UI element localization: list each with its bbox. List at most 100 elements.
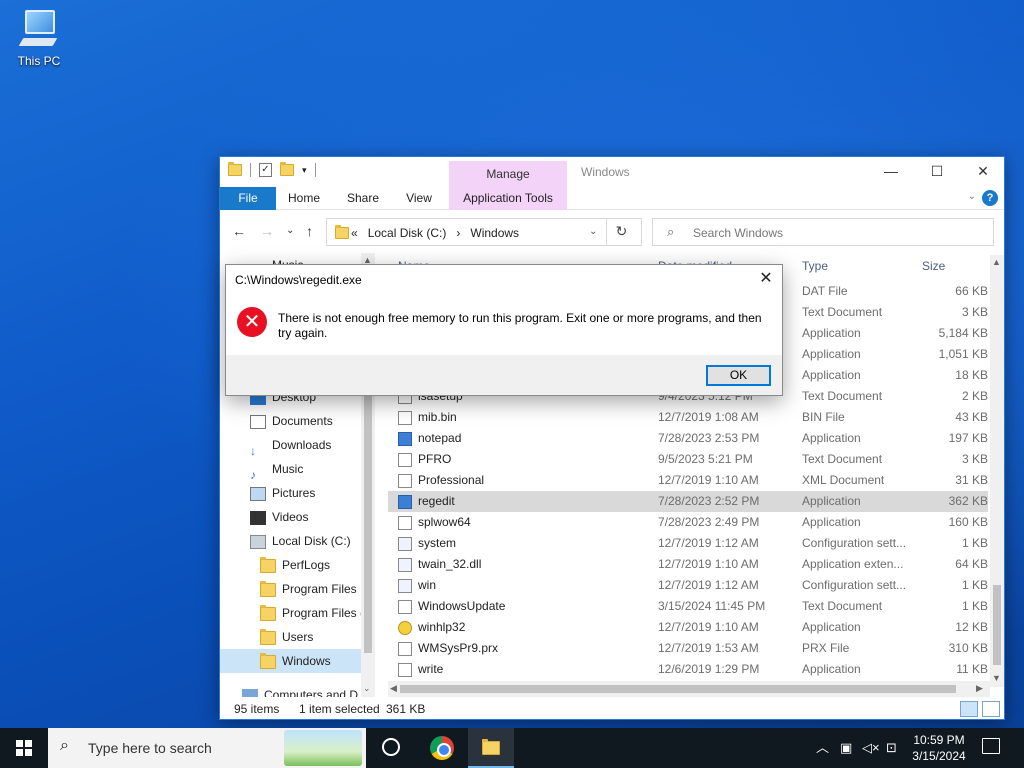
nav-item-users[interactable]: Users bbox=[260, 625, 313, 649]
recent-locations-icon[interactable]: ⌄ bbox=[286, 225, 294, 236]
breadcrumb-local-disk[interactable]: Local Disk (C:) bbox=[368, 226, 447, 240]
nav-item-downloads[interactable]: ↓ Downloads bbox=[250, 433, 331, 458]
back-arrow-icon[interactable]: ← bbox=[232, 223, 246, 239]
scroll-down-icon[interactable]: ⌄ bbox=[363, 683, 371, 694]
drive-icon bbox=[250, 534, 266, 549]
table-row[interactable]: winhlp32 12/7/2019 1:10 AM Application 12 K… bbox=[388, 617, 988, 638]
close-button[interactable]: ✕ bbox=[960, 157, 1006, 185]
desktop-icon-label: This PC bbox=[17, 54, 61, 68]
desktop-icon-this-pc[interactable]: This PC bbox=[10, 8, 68, 68]
input-indicator-icon[interactable]: ⊡ bbox=[886, 728, 897, 768]
dialog-close-button[interactable]: ✕ bbox=[750, 265, 782, 295]
forward-arrow-icon[interactable]: → bbox=[260, 223, 274, 239]
config-file-icon bbox=[398, 537, 412, 551]
tab-application-tools[interactable]: Application Tools bbox=[449, 187, 567, 210]
nav-item-documents[interactable]: Documents bbox=[250, 409, 333, 433]
scroll-down-icon[interactable]: ▼ bbox=[992, 673, 1001, 683]
chrome-icon[interactable] bbox=[430, 736, 454, 760]
table-row[interactable]: notepad 7/28/2023 2:53 PM Application 197 K… bbox=[388, 428, 988, 449]
table-row[interactable]: mib.bin 12/7/2019 1:08 AM BIN File 43 KB bbox=[388, 407, 988, 428]
status-bar: 95 items 1 item selected 361 KB bbox=[220, 699, 1004, 719]
table-row[interactable]: twain_32.dll 12/7/2019 1:10 AM Application… bbox=[388, 554, 988, 575]
ribbon-tabs: File Home Share View Application Tools ⌄… bbox=[220, 187, 1004, 210]
expand-ribbon-icon[interactable]: ⌄ bbox=[968, 191, 976, 202]
nav-item-pictures[interactable]: Pictures bbox=[250, 481, 315, 505]
breadcrumb-windows[interactable]: Windows bbox=[470, 226, 519, 240]
tab-view[interactable]: View bbox=[398, 187, 440, 210]
selection-count: 1 item selected bbox=[299, 702, 380, 716]
explorer-window: ✓ ▾ Manage Windows — ☐ ✕ File Home Share… bbox=[219, 156, 1005, 720]
details-view-icon[interactable] bbox=[960, 701, 978, 717]
properties-icon[interactable]: ✓ bbox=[259, 163, 272, 177]
tab-file[interactable]: File bbox=[220, 187, 276, 210]
search-highlight-image[interactable] bbox=[284, 730, 362, 766]
ok-button[interactable]: OK bbox=[706, 365, 771, 386]
search-placeholder: Search Windows bbox=[693, 226, 784, 240]
system-clock[interactable]: 10:59 PM 3/15/2024 bbox=[904, 732, 974, 764]
folder-icon bbox=[335, 225, 349, 239]
breadcrumb-chevron[interactable]: « bbox=[351, 226, 358, 240]
nav-item-program-files[interactable]: Program Files bbox=[260, 577, 357, 601]
tab-share[interactable]: Share bbox=[340, 187, 386, 210]
printer-icon bbox=[398, 516, 412, 530]
help-file-icon bbox=[398, 621, 412, 635]
table-row[interactable]: splwow64 7/28/2023 2:49 PM Application 160 … bbox=[388, 512, 988, 533]
notifications-icon[interactable] bbox=[982, 738, 1000, 754]
table-row-selected[interactable]: regedit 7/28/2023 2:52 PM Application 362 K… bbox=[388, 491, 988, 512]
table-row[interactable]: Professional 12/7/2019 1:10 AM XML Documen… bbox=[388, 470, 988, 491]
tab-home[interactable]: Home bbox=[282, 187, 326, 210]
column-type[interactable]: Type bbox=[802, 259, 828, 273]
start-button[interactable] bbox=[0, 728, 48, 768]
maximize-button[interactable]: ☐ bbox=[914, 157, 960, 185]
file-explorer-taskbar-button[interactable] bbox=[468, 728, 514, 768]
music-icon: ♪ bbox=[250, 467, 256, 482]
windows-logo-icon bbox=[16, 740, 32, 756]
customize-qat-icon[interactable]: ▾ bbox=[302, 165, 307, 176]
task-view-icon[interactable] bbox=[382, 738, 400, 756]
nav-item-network[interactable]: Computers and D bbox=[242, 683, 358, 697]
clock-date: 3/15/2024 bbox=[912, 749, 966, 763]
clock-time: 10:59 PM bbox=[913, 733, 965, 747]
nav-item-videos[interactable]: Videos bbox=[250, 505, 308, 529]
config-file-icon bbox=[398, 579, 412, 593]
search-input[interactable]: ⌕ Search Windows bbox=[652, 218, 994, 246]
nav-item-program-files-x86[interactable]: Program Files ( bbox=[260, 601, 364, 625]
refresh-icon[interactable]: ↻ bbox=[606, 218, 636, 246]
folder-icon bbox=[260, 652, 276, 669]
up-arrow-icon[interactable]: ↑ bbox=[306, 223, 313, 239]
table-row[interactable]: WMSysPr9.prx 12/7/2019 1:53 AM PRX File 310… bbox=[388, 638, 988, 659]
scroll-right-icon[interactable]: ▶ bbox=[976, 683, 983, 694]
network-icon bbox=[242, 688, 258, 697]
volume-muted-icon[interactable]: ◁× bbox=[862, 728, 880, 768]
large-icons-view-icon[interactable] bbox=[982, 701, 1000, 717]
computer-icon bbox=[18, 8, 59, 50]
scroll-up-icon[interactable]: ▲ bbox=[992, 257, 1001, 267]
table-row[interactable]: PFRO 9/5/2023 5:21 PM Text Document 3 KB bbox=[388, 449, 988, 470]
dialog-title-bar: C:\Windows\regedit.exe ✕ bbox=[226, 265, 782, 295]
file-list-vertical-scrollbar[interactable]: ▲ ▼ bbox=[990, 255, 1004, 687]
show-hidden-icons-icon[interactable]: ︿ bbox=[816, 728, 829, 768]
scroll-left-icon[interactable]: ◀ bbox=[390, 683, 397, 694]
taskbar-search-input[interactable]: ⌕ Type here to search bbox=[48, 728, 366, 768]
dialog-message: There is not enough free memory to run t… bbox=[278, 311, 762, 340]
search-icon: ⌕ bbox=[60, 737, 69, 754]
folder-icon bbox=[228, 162, 242, 176]
file-list-horizontal-scrollbar[interactable]: ◀ ▶ bbox=[388, 681, 990, 697]
address-bar[interactable]: « Local Disk (C:) › Windows ⌄ bbox=[326, 218, 642, 246]
nav-item-windows[interactable]: Windows bbox=[220, 649, 361, 673]
table-row[interactable]: WindowsUpdate 3/15/2024 11:45 PM Text Docu… bbox=[388, 596, 988, 617]
table-row[interactable]: win 12/7/2019 1:12 AM Configuration sett..… bbox=[388, 575, 988, 596]
column-size[interactable]: Size bbox=[922, 259, 945, 273]
minimize-button[interactable]: — bbox=[868, 157, 914, 185]
table-row[interactable]: write 12/6/2019 1:29 PM Application 11 KB bbox=[388, 659, 988, 680]
network-icon[interactable]: ▣ bbox=[840, 728, 852, 768]
address-dropdown-icon[interactable]: ⌄ bbox=[589, 226, 597, 237]
new-folder-icon[interactable] bbox=[280, 162, 294, 176]
help-icon[interactable]: ? bbox=[982, 190, 998, 206]
nav-item-local-disk[interactable]: Local Disk (C:) bbox=[250, 529, 351, 553]
nav-item-music[interactable]: ♪Music bbox=[250, 457, 303, 482]
nav-item-perflogs[interactable]: PerfLogs bbox=[260, 553, 330, 577]
table-row[interactable]: system 12/7/2019 1:12 AM Configuration set… bbox=[388, 533, 988, 554]
manage-contextual-tab[interactable]: Manage bbox=[449, 161, 567, 187]
videos-icon bbox=[250, 510, 266, 525]
